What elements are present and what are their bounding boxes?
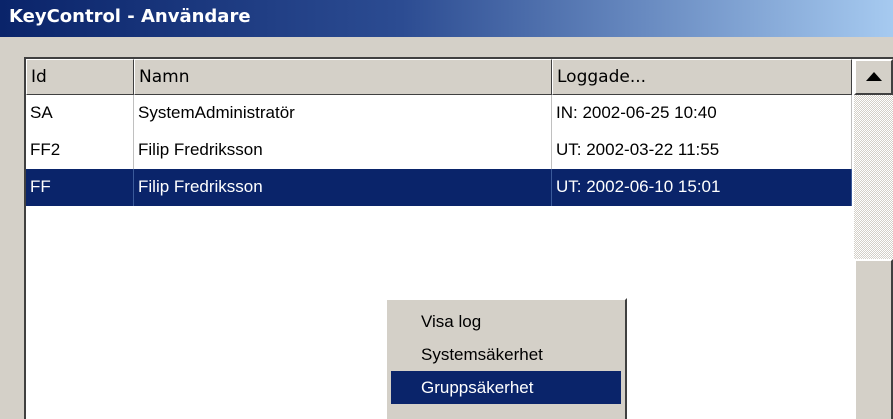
list-header: Id Namn Loggade... — [26, 59, 852, 95]
title-bar: KeyControl - Användare — [0, 0, 893, 37]
cell-namn: SystemAdministratör — [134, 95, 552, 132]
menu-item-visa-log[interactable]: Visa log — [391, 305, 621, 338]
table-row[interactable]: SA SystemAdministratör IN: 2002-06-25 10… — [26, 95, 852, 132]
cell-namn: Filip Fredriksson — [134, 132, 552, 169]
cell-id: FF2 — [26, 132, 134, 169]
table-row-selected[interactable]: FF Filip Fredriksson UT: 2002-06-10 15:0… — [26, 169, 852, 206]
cell-loggade: UT: 2002-06-10 15:01 — [552, 169, 852, 206]
column-header-namn[interactable]: Namn — [134, 59, 552, 95]
menu-item-systemsakerhet[interactable]: Systemsäkerhet — [391, 338, 621, 371]
cell-loggade: UT: 2002-03-22 11:55 — [552, 132, 852, 169]
menu-item-gruppsakerhet[interactable]: Gruppsäkerhet — [391, 371, 621, 404]
cell-loggade: IN: 2002-06-25 10:40 — [552, 95, 852, 132]
context-menu: Visa log Systemsäkerhet Gruppsäkerhet — [385, 298, 627, 419]
table-row[interactable]: FF2 Filip Fredriksson UT: 2002-03-22 11:… — [26, 132, 852, 169]
cell-id: FF — [26, 169, 134, 206]
column-header-id[interactable]: Id — [26, 59, 134, 95]
cell-id: SA — [26, 95, 134, 132]
window-title: KeyControl - Användare — [9, 6, 251, 27]
column-header-loggade[interactable]: Loggade... — [552, 59, 852, 95]
cell-namn: Filip Fredriksson — [134, 169, 552, 206]
list-rows: SA SystemAdministratör IN: 2002-06-25 10… — [26, 95, 852, 206]
scroll-thumb[interactable] — [854, 259, 893, 419]
vertical-scrollbar[interactable] — [854, 59, 893, 419]
scroll-up-button[interactable] — [854, 59, 893, 95]
triangle-up-icon — [866, 72, 882, 81]
